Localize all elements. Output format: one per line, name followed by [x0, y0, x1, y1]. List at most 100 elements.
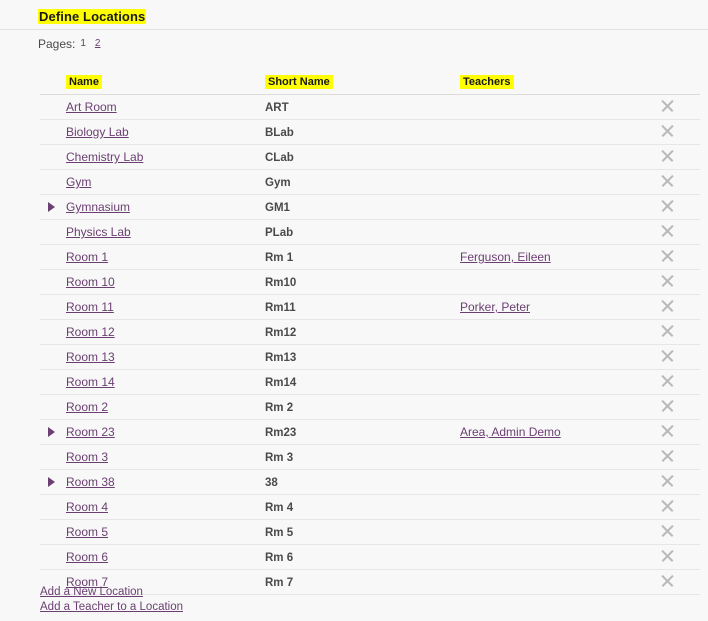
close-x-icon[interactable]	[660, 273, 675, 288]
close-x-icon[interactable]	[660, 248, 675, 263]
footer-link-add-new-location[interactable]: Add a New Location	[40, 585, 183, 600]
table-row: Biology Lab BLab	[40, 119, 700, 145]
location-short-name-cell: Rm 4	[265, 494, 460, 520]
delete-cell	[660, 544, 700, 570]
close-x-icon[interactable]	[660, 198, 675, 213]
location-name-cell: Room 6	[66, 544, 265, 570]
close-x-icon[interactable]	[660, 423, 675, 438]
triangle-right-icon[interactable]	[48, 427, 55, 437]
column-header-short-name: Short Name	[265, 68, 460, 95]
row-expander-cell	[40, 369, 66, 395]
page-title: Define Locations	[38, 9, 147, 24]
location-name-cell: Room 4	[66, 494, 265, 520]
close-x-icon[interactable]	[660, 548, 675, 563]
table-row: Room 13 Rm13	[40, 344, 700, 370]
row-expander-cell	[40, 169, 66, 195]
close-x-icon[interactable]	[660, 398, 675, 413]
close-x-icon[interactable]	[660, 523, 675, 538]
location-short-name-cell: ART	[265, 94, 460, 120]
table-header-row: Name Short Name Teachers	[40, 68, 700, 95]
triangle-right-icon[interactable]	[48, 477, 55, 487]
delete-cell	[660, 469, 700, 495]
location-name-link[interactable]: Physics Lab	[66, 225, 131, 239]
row-expander-cell	[40, 444, 66, 470]
location-name-link[interactable]: Gymnasium	[66, 200, 130, 214]
location-name-link[interactable]: Room 14	[66, 375, 115, 389]
location-name-link[interactable]: Room 13	[66, 350, 115, 364]
location-short-name-cell: Rm 5	[265, 519, 460, 545]
column-header-name-label: Name	[66, 74, 102, 89]
location-short-name-cell: Rm 7	[265, 569, 460, 595]
teacher-link[interactable]: Porker, Peter	[460, 300, 530, 314]
location-short-name-cell: 38	[265, 469, 460, 495]
location-short-name-cell: Rm 6	[265, 544, 460, 570]
location-name-link[interactable]: Room 38	[66, 475, 115, 489]
table-body: Art Room ART Biology Lab BLab Chemistry Lab C…	[40, 94, 700, 595]
delete-cell	[660, 94, 700, 120]
location-name-link[interactable]: Gym	[66, 175, 91, 189]
table-row: Room 23 Rm23 Area, Admin Demo	[40, 419, 700, 445]
location-name-link[interactable]: Room 23	[66, 425, 115, 439]
table-row: Room 38 38	[40, 469, 700, 495]
delete-cell	[660, 394, 700, 420]
location-name-cell: Room 11	[66, 294, 265, 320]
location-name-cell: Art Room	[66, 94, 265, 120]
pagination-label: Pages:	[38, 37, 76, 51]
teacher-cell	[460, 544, 660, 570]
location-name-link[interactable]: Room 2	[66, 400, 108, 414]
teacher-link[interactable]: Ferguson, Eileen	[460, 250, 551, 264]
close-x-icon[interactable]	[660, 148, 675, 163]
location-short-name-cell: Rm 1	[265, 244, 460, 270]
location-short-name-value: Rm 4	[265, 502, 294, 514]
location-short-name-value: PLab	[265, 227, 294, 239]
close-x-icon[interactable]	[660, 323, 675, 338]
row-expander-cell	[40, 144, 66, 170]
close-x-icon[interactable]	[660, 223, 675, 238]
close-x-icon[interactable]	[660, 498, 675, 513]
location-short-name-value: GM1	[265, 202, 290, 214]
row-expander-cell	[40, 469, 66, 495]
close-x-icon[interactable]	[660, 348, 675, 363]
teacher-link[interactable]: Area, Admin Demo	[460, 425, 561, 439]
close-x-icon[interactable]	[660, 98, 675, 113]
triangle-right-icon[interactable]	[48, 202, 55, 212]
teacher-cell: Area, Admin Demo	[460, 419, 660, 445]
location-name-link[interactable]: Room 5	[66, 525, 108, 539]
location-short-name-value: Rm23	[265, 427, 297, 439]
location-name-link[interactable]: Biology Lab	[66, 125, 129, 139]
location-name-link[interactable]: Art Room	[66, 100, 117, 114]
teacher-cell: Ferguson, Eileen	[460, 244, 660, 270]
teacher-cell	[460, 94, 660, 120]
pagination-page-2-link[interactable]: 2	[95, 38, 101, 49]
table-row: Gym Gym	[40, 169, 700, 195]
footer-link-add-teacher-to-location[interactable]: Add a Teacher to a Location	[40, 600, 183, 615]
delete-cell	[660, 494, 700, 520]
header-divider	[0, 29, 708, 30]
close-x-icon[interactable]	[660, 373, 675, 388]
delete-cell	[660, 444, 700, 470]
location-short-name-cell: GM1	[265, 194, 460, 220]
delete-cell	[660, 344, 700, 370]
locations-table: Name Short Name Teachers Art Room ART Biol…	[40, 68, 700, 595]
close-x-icon[interactable]	[660, 573, 675, 588]
table-row: Room 4 Rm 4	[40, 494, 700, 520]
location-name-link[interactable]: Chemistry Lab	[66, 150, 143, 164]
table-row: Room 11 Rm11 Porker, Peter	[40, 294, 700, 320]
teacher-cell	[460, 169, 660, 195]
close-x-icon[interactable]	[660, 473, 675, 488]
close-x-icon[interactable]	[660, 298, 675, 313]
location-name-link[interactable]: Room 4	[66, 500, 108, 514]
location-name-cell: Chemistry Lab	[66, 144, 265, 170]
location-name-link[interactable]: Room 10	[66, 275, 115, 289]
location-short-name-value: CLab	[265, 152, 294, 164]
close-x-icon[interactable]	[660, 123, 675, 138]
location-name-link[interactable]: Room 1	[66, 250, 108, 264]
location-name-link[interactable]: Room 3	[66, 450, 108, 464]
location-name-link[interactable]: Room 11	[66, 300, 114, 314]
close-x-icon[interactable]	[660, 448, 675, 463]
close-x-icon[interactable]	[660, 173, 675, 188]
location-name-link[interactable]: Room 12	[66, 325, 115, 339]
column-header-teachers-label: Teachers	[460, 74, 514, 89]
location-name-link[interactable]: Room 6	[66, 550, 108, 564]
table-row: Physics Lab PLab	[40, 219, 700, 245]
